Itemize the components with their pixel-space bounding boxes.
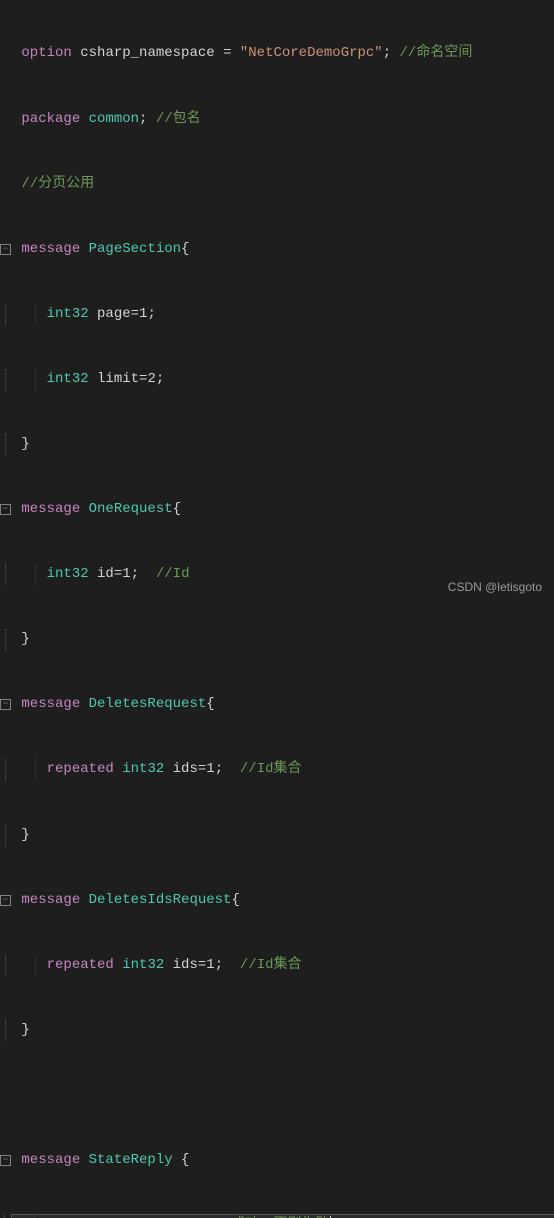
comment: //Id集合 <box>240 957 302 973</box>
brace: } <box>21 436 29 452</box>
keyword-package: package <box>21 111 80 127</box>
brace: { <box>181 241 189 257</box>
fold-icon[interactable]: − <box>0 895 11 906</box>
code-line: − message StateReply { <box>13 1150 554 1172</box>
code-line: repeated int32 ids=1; //Id集合 <box>13 955 554 977</box>
number: 1 <box>147 1217 155 1218</box>
keyword-option: option <box>21 45 71 61</box>
keyword-message: message <box>21 892 80 908</box>
equals: = <box>198 957 206 973</box>
brace: { <box>231 892 239 908</box>
keyword-message: message <box>21 241 80 257</box>
type-name: DeletesRequest <box>89 696 207 712</box>
semicolon: ; <box>215 761 223 777</box>
equals: = <box>223 45 231 61</box>
type-int32: int32 <box>47 566 89 582</box>
fold-icon[interactable]: − <box>0 504 11 515</box>
code-line: − message OneRequest{ <box>13 499 554 521</box>
comment: //分页公用 <box>21 176 94 192</box>
indent <box>13 371 47 387</box>
code-line: − message PageSection{ <box>13 239 554 261</box>
code-line: } <box>13 825 554 847</box>
fold-icon[interactable]: − <box>0 1155 11 1166</box>
semicolon: ; <box>139 111 147 127</box>
semicolon: ; <box>131 566 139 582</box>
type-name: StateReply <box>89 1152 173 1168</box>
code-line: } <box>13 434 554 456</box>
equals: = <box>131 306 139 322</box>
comment: //Id <box>156 566 190 582</box>
keyword-message: message <box>21 501 80 517</box>
code-line <box>13 1085 554 1107</box>
number: 1 <box>206 957 214 973</box>
field-name: ids <box>173 957 198 973</box>
code-line: int32 page=1; <box>13 304 554 326</box>
code-line: package common; //包名 <box>13 109 554 131</box>
brace: { <box>206 696 214 712</box>
field-name: result <box>89 1217 139 1218</box>
fold-icon[interactable]: − <box>0 699 11 710</box>
keyword-repeated: repeated <box>47 957 114 973</box>
code-line: int32 limit=2; <box>13 369 554 391</box>
field-name: id <box>97 566 114 582</box>
semicolon: ; <box>156 1217 164 1218</box>
string-literal: "NetCoreDemoGrpc" <box>240 45 383 61</box>
indent <box>13 761 47 777</box>
type-int32: int32 <box>122 761 164 777</box>
number: 1 <box>206 761 214 777</box>
code-line-active: bool result=1; //true成功，否则失败 <box>12 1215 554 1218</box>
type-name: PageSection <box>89 241 181 257</box>
indent <box>13 566 47 582</box>
code-line: //分页公用 <box>13 174 554 196</box>
semicolon: ; <box>383 45 391 61</box>
semicolon: ; <box>156 371 164 387</box>
text-cursor <box>330 1216 331 1218</box>
comment: //true成功，否则失败 <box>181 1217 329 1218</box>
type-int32: int32 <box>122 957 164 973</box>
brace: } <box>21 827 29 843</box>
code-line: } <box>13 1020 554 1042</box>
watermark: CSDN @letisgoto <box>448 577 542 599</box>
indent <box>13 957 47 973</box>
number: 1 <box>122 566 130 582</box>
brace: } <box>21 1022 29 1038</box>
field-name: page <box>97 306 131 322</box>
semicolon: ; <box>215 957 223 973</box>
type-name: DeletesIdsRequest <box>89 892 232 908</box>
number: 2 <box>147 371 155 387</box>
field-name: ids <box>173 761 198 777</box>
type-name: OneRequest <box>89 501 173 517</box>
field-name: limit <box>97 371 139 387</box>
indent <box>13 1217 47 1218</box>
identifier: common <box>89 111 139 127</box>
code-line: option csharp_namespace = "NetCoreDemoGr… <box>13 43 554 65</box>
keyword-message: message <box>21 696 80 712</box>
keyword-repeated: repeated <box>47 761 114 777</box>
brace: { <box>181 1152 189 1168</box>
comment: //包名 <box>156 111 201 127</box>
type-int32: int32 <box>47 371 89 387</box>
brace: { <box>173 501 181 517</box>
comment: //Id集合 <box>240 761 302 777</box>
code-editor[interactable]: option csharp_namespace = "NetCoreDemoGr… <box>0 0 554 1218</box>
fold-icon[interactable]: − <box>0 244 11 255</box>
code-line: repeated int32 ids=1; //Id集合 <box>13 759 554 781</box>
equals: = <box>198 761 206 777</box>
equals: = <box>114 566 122 582</box>
keyword-message: message <box>21 1152 80 1168</box>
code-line: − message DeletesIdsRequest{ <box>13 890 554 912</box>
indent <box>13 306 47 322</box>
equals: = <box>139 1217 147 1218</box>
comment: //命名空间 <box>400 45 473 61</box>
type-int32: int32 <box>47 306 89 322</box>
identifier: csharp_namespace <box>80 45 214 61</box>
semicolon: ; <box>147 306 155 322</box>
type-bool: bool <box>47 1217 81 1218</box>
code-line: } <box>13 629 554 651</box>
code-line: − message DeletesRequest{ <box>13 694 554 716</box>
brace: } <box>21 631 29 647</box>
